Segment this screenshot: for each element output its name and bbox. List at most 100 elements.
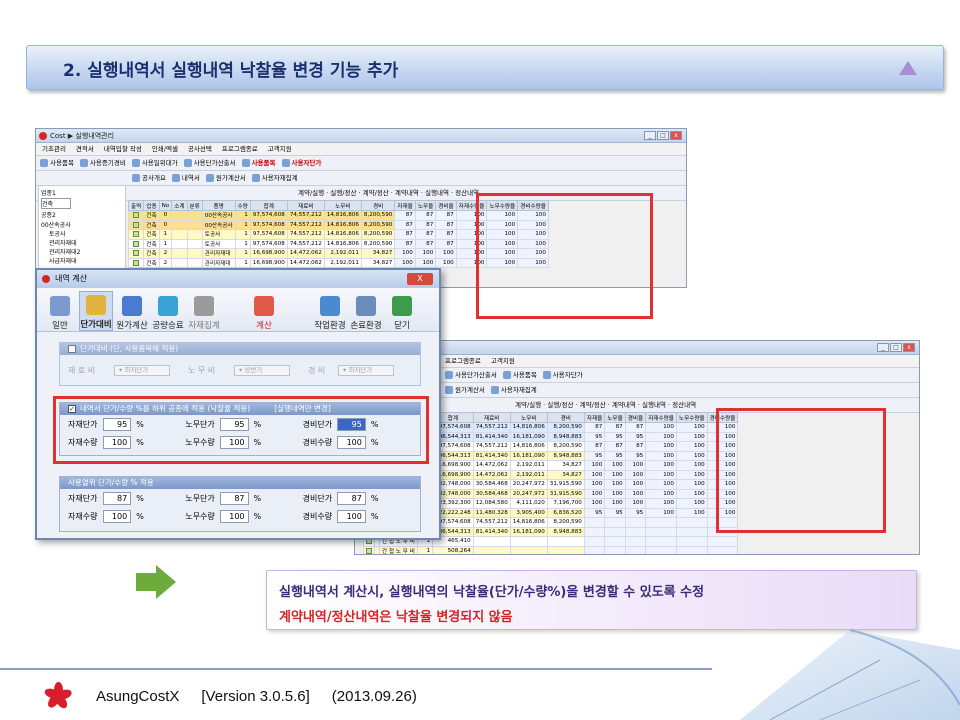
rate-cell[interactable]: 100 (604, 479, 626, 490)
menu-item[interactable]: 견적서 (76, 143, 94, 155)
tree-item[interactable]: 관리자재대 (41, 239, 123, 248)
cost-calc-tool[interactable]: 원가계산 (115, 291, 149, 331)
rate-cell[interactable] (645, 536, 677, 547)
calc-tool[interactable]: 계산 (247, 291, 281, 331)
checkbox[interactable] (133, 240, 140, 247)
column-header[interactable]: 수량 (234, 200, 251, 211)
toolbar-button[interactable]: 사용자단가 (542, 368, 583, 382)
left-select[interactable]: 건축 (41, 198, 71, 209)
maximize-icon[interactable]: □ (657, 131, 669, 140)
rate-cell[interactable]: 87 (414, 210, 437, 221)
rate-cell[interactable]: 100 (675, 441, 708, 452)
triangle-up-icon[interactable] (899, 61, 917, 75)
rate-cell[interactable]: 100 (645, 469, 677, 480)
toolbar-button[interactable]: 사용품목 (40, 156, 74, 170)
rate-cell[interactable] (706, 536, 739, 547)
rate-cell[interactable] (645, 526, 677, 537)
toolbar-button[interactable]: 사용증기경비 (79, 156, 126, 170)
rate-cell[interactable]: 87 (414, 238, 437, 249)
tree-item[interactable]: 00산속공사 (41, 221, 123, 230)
toolbar-button[interactable]: 원가계산서 (445, 383, 485, 397)
rate-cell[interactable] (645, 517, 677, 528)
rate-cell[interactable]: 100 (604, 460, 626, 471)
rate-cell[interactable]: 87 (435, 229, 457, 240)
toolbar-button[interactable]: 공사개요 (132, 171, 166, 185)
toolbar-button[interactable]: 사용단가산출서 (183, 156, 236, 170)
rate-cell[interactable]: 100 (645, 479, 677, 490)
column-header[interactable]: 경비율 (624, 412, 647, 423)
rate-cell[interactable]: 100 (394, 248, 416, 259)
dialog-close-button[interactable]: X (407, 273, 433, 285)
toolbar-button[interactable]: 사용단가산출서 (445, 368, 497, 382)
rate-cell[interactable]: 100 (583, 488, 606, 499)
rate-cell[interactable] (675, 545, 708, 554)
column-header[interactable]: 경비 (360, 200, 396, 211)
toolbar-button[interactable]: 사용품목 (502, 368, 537, 382)
rate-cell[interactable] (624, 517, 647, 528)
rate-cell[interactable]: 87 (414, 219, 437, 230)
rate-cell[interactable]: 100 (435, 248, 457, 259)
rate-cell[interactable]: 100 (675, 450, 708, 461)
rate-cell[interactable] (604, 536, 626, 547)
toolbar-button[interactable]: 사용품목 (241, 156, 276, 170)
print-checkbox-cell[interactable] (127, 248, 145, 259)
rate-cell[interactable]: 87 (624, 422, 647, 433)
rate-cell[interactable]: 100 (624, 469, 647, 480)
rate-input[interactable]: 87 (220, 491, 249, 505)
rate-cell[interactable]: 95 (583, 507, 606, 518)
rate-cell[interactable]: 100 (675, 488, 708, 499)
column-header[interactable]: 경비 (546, 412, 585, 423)
rate-cell[interactable]: 100 (394, 257, 416, 268)
mat-select[interactable]: ▾ 최저단가 (114, 364, 170, 376)
print-checkbox-cell[interactable] (127, 219, 145, 230)
unitprice-compare-tool[interactable]: 단가대비 (79, 291, 113, 331)
rate-cell[interactable]: 100 (675, 431, 708, 442)
rate-cell[interactable]: 100 (583, 479, 606, 490)
rate-cell[interactable] (604, 517, 626, 528)
rate-cell[interactable]: 87 (394, 238, 416, 249)
minimize-icon[interactable]: _ (877, 343, 889, 352)
rate-cell[interactable] (675, 526, 708, 537)
rate-cell[interactable]: 95 (604, 450, 626, 461)
rate-cell[interactable]: 87 (583, 422, 606, 433)
rate-cell[interactable] (583, 536, 606, 547)
rate-input[interactable]: 100 (337, 509, 366, 523)
rate-cell[interactable]: 100 (645, 498, 677, 509)
rate-cell[interactable] (645, 545, 677, 554)
rate-cell[interactable]: 95 (583, 431, 606, 442)
column-header[interactable]: No (158, 200, 173, 211)
checkbox[interactable] (133, 231, 140, 237)
toolbar-button[interactable]: 사용일위대가 (131, 156, 178, 170)
radio-options[interactable]: 계약/실행 · 실행/정산 · 계약/정산 · 계약내역 · 실행내역 · 정산… (515, 398, 696, 412)
column-header[interactable]: 품명 (201, 200, 236, 211)
rate-cell[interactable]: 87 (583, 441, 606, 452)
column-header[interactable]: 출력 (127, 200, 145, 211)
rate-cell[interactable]: 100 (604, 498, 626, 509)
minimize-icon[interactable]: _ (644, 131, 656, 140)
column-header[interactable]: 노무비 (323, 200, 362, 211)
menu-item[interactable]: 기초관리 (42, 143, 66, 155)
column-header[interactable]: 경비율 (435, 200, 457, 211)
table-row[interactable]: 간 접 노 무 비 1 508,264 (363, 545, 739, 554)
radio-options[interactable]: 계약/실행 · 실행/정산 · 계약/정산 · 계약내역 · 실행내역 · 정산… (298, 186, 479, 200)
rate-cell[interactable]: 100 (624, 479, 647, 490)
column-header[interactable]: 노무율 (604, 412, 626, 423)
column-header[interactable]: 재료비 (472, 412, 511, 423)
lab-select[interactable]: ▾ 상반기 (234, 364, 290, 376)
rate-cell[interactable]: 100 (675, 460, 708, 471)
exp-select[interactable]: ▾ 최저단가 (338, 364, 394, 376)
rate-cell[interactable] (675, 517, 708, 528)
rate-cell[interactable]: 100 (604, 469, 626, 480)
material-sum-tool[interactable]: 자재집계 (187, 291, 221, 331)
rate-cell[interactable]: 100 (645, 507, 677, 518)
checkbox[interactable] (366, 547, 372, 554)
rate-cell[interactable]: 87 (414, 229, 437, 240)
column-header[interactable]: 노무수량율 (675, 412, 708, 423)
print-checkbox-cell[interactable] (363, 545, 375, 554)
rate-cell[interactable]: 100 (624, 498, 647, 509)
rate-cell[interactable]: 95 (624, 507, 647, 518)
rate-cell[interactable]: 100 (604, 488, 626, 499)
rate-cell[interactable]: 87 (604, 422, 626, 433)
rate-cell[interactable]: 100 (645, 431, 677, 442)
column-header[interactable]: 자재수량율 (645, 412, 677, 423)
